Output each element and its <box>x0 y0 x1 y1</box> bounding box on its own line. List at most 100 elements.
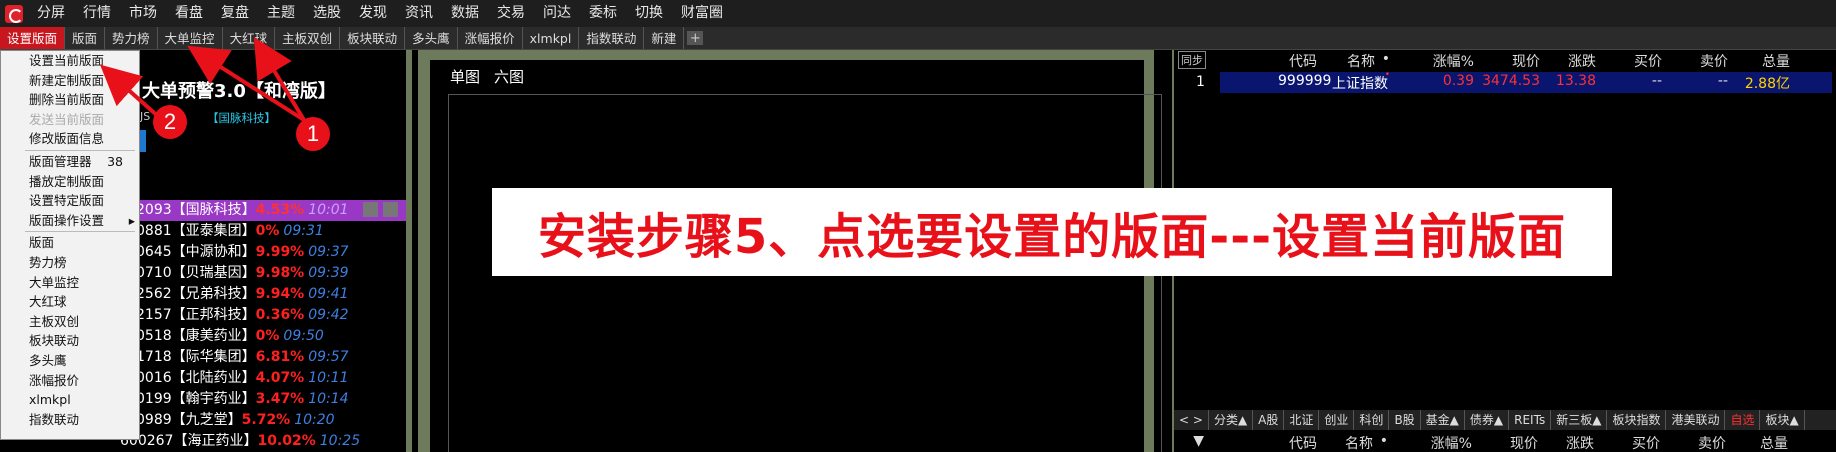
menu-item-10[interactable]: 交易 <box>488 0 534 27</box>
column-header[interactable]: 涨幅% <box>1414 433 1472 452</box>
market-tab-4[interactable]: 创业 <box>1319 410 1355 430</box>
menu-item-13[interactable]: 切换 <box>626 0 672 27</box>
menu-item-8[interactable]: 资讯 <box>396 0 442 27</box>
list-item[interactable]: 600267【海正药业】10.02% 10:25 <box>120 431 406 452</box>
delete-icon[interactable] <box>383 202 398 217</box>
list-item[interactable]: 0989【九芝堂】5.72% 10:20 <box>136 410 406 431</box>
tab-5[interactable]: 主板双创 <box>275 27 341 49</box>
column-header[interactable]: 买价 <box>1606 51 1662 71</box>
tab-1[interactable]: 版面 <box>65 27 106 49</box>
market-tab-1[interactable]: 分类▲ <box>1209 410 1254 430</box>
menu-item-14[interactable]: 财富圈 <box>672 0 732 27</box>
dropdown-item[interactable]: 主板双创 <box>1 312 139 332</box>
menu-item-9[interactable]: 数据 <box>442 0 488 27</box>
menu-item-4[interactable]: 复盘 <box>212 0 258 27</box>
market-tab-7[interactable]: 基金▲ <box>1421 410 1465 430</box>
menu-item-11[interactable]: 问达 <box>534 0 580 27</box>
market-tab-9[interactable]: REITs <box>1509 410 1552 430</box>
dropdown-item[interactable]: 删除当前版面 <box>1 90 139 110</box>
chart-view-tab-1[interactable]: 六图 <box>494 68 524 86</box>
table-row[interactable]: 999999 上证指数 • 0.39 3474.53 13.38 -- -- 2.88亿 <box>1220 70 1832 93</box>
dropdown-item[interactable]: 版面管理器 38 <box>1 152 139 172</box>
column-header[interactable]: 现价 <box>1480 51 1540 71</box>
tab-0[interactable]: 设置版面 <box>0 27 66 49</box>
column-header[interactable]: 代码 <box>1278 433 1328 452</box>
market-tab-3[interactable]: 北证 <box>1284 410 1320 430</box>
tab-9[interactable]: xlmkpl <box>523 27 580 49</box>
dropdown-item[interactable]: 板块联动 <box>1 331 139 351</box>
market-tab-10[interactable]: 新三板▲ <box>1551 410 1608 430</box>
add-tab-button[interactable]: + <box>687 31 704 46</box>
tab-2[interactable]: 势力榜 <box>105 27 158 49</box>
column-header[interactable]: 涨跌 <box>1538 433 1594 452</box>
list-item[interactable]: 1718【际华集团】6.81% 09:57 <box>136 347 406 368</box>
dropdown-item[interactable]: 大单监控 <box>1 273 139 293</box>
column-header[interactable]: 涨跌 <box>1540 51 1596 71</box>
cell-price: 3474.53 <box>1482 73 1540 89</box>
list-item[interactable]: 2093【国脉科技】4.53% 10:01 <box>136 200 406 221</box>
tab-11[interactable]: 新建 <box>644 27 685 49</box>
dropdown-item[interactable]: 新建定制版面 <box>1 71 139 91</box>
tab-8[interactable]: 涨幅报价 <box>458 27 523 49</box>
menu-item-6[interactable]: 选股 <box>304 0 350 27</box>
stock-code: 0881 <box>136 223 172 239</box>
column-header[interactable]: 卖价 <box>1672 51 1728 71</box>
column-header[interactable]: 现价 <box>1478 433 1538 452</box>
dropdown-item[interactable]: 版面操作设置 ▸ <box>1 211 139 231</box>
sync-button[interactable]: 同步 <box>1178 51 1206 69</box>
column-header[interactable]: 代码 <box>1278 51 1328 71</box>
app-logo-icon[interactable] <box>0 0 28 27</box>
tab-4[interactable]: 大红球 <box>223 27 276 49</box>
list-item[interactable]: 0016【北陆药业】4.07% 10:11 <box>136 368 406 389</box>
market-tab-14[interactable]: 板块▲ <box>1760 410 1805 430</box>
column-header[interactable]: 买价 <box>1604 433 1660 452</box>
dropdown-item[interactable]: 势力榜 <box>1 253 139 273</box>
dropdown-item[interactable]: 多头鹰 <box>1 351 139 371</box>
edit-icon[interactable] <box>363 202 378 217</box>
tab-3[interactable]: 大单监控 <box>158 27 223 49</box>
market-tab-12[interactable]: 港美联动 <box>1666 410 1726 430</box>
column-header[interactable]: 涨幅% <box>1416 51 1474 71</box>
tab-7[interactable]: 多头鹰 <box>405 27 458 49</box>
menu-item-3[interactable]: 看盘 <box>166 0 212 27</box>
dropdown-item[interactable]: xlmkpl <box>1 390 139 410</box>
column-header[interactable]: • <box>1380 51 1390 67</box>
dropdown-item[interactable]: 指数联动 <box>1 410 139 430</box>
list-item[interactable]: 0881【亚泰集团】0% 09:31 <box>136 221 406 242</box>
market-tab-5[interactable]: 科创 <box>1354 410 1390 430</box>
dropdown-item[interactable]: 发送当前版面 <box>1 110 139 130</box>
menu-item-1[interactable]: 行情 <box>74 0 120 27</box>
dropdown-item[interactable]: 涨幅报价 <box>1 371 139 391</box>
dropdown-item[interactable]: 版面 <box>1 233 139 253</box>
column-header[interactable]: ▼ <box>1190 433 1204 449</box>
market-tab-2[interactable]: A股 <box>1253 410 1285 430</box>
column-header[interactable]: • <box>1378 433 1388 449</box>
column-header[interactable]: 总量 <box>1730 51 1790 71</box>
chart-view-tab-0[interactable]: 单图 <box>450 68 480 86</box>
dropdown-item[interactable]: 设置当前版面 <box>1 51 139 71</box>
list-item[interactable]: 0199【翰宇药业】3.47% 10:14 <box>136 389 406 410</box>
dropdown-item[interactable]: 播放定制版面 <box>1 172 139 192</box>
market-tab-13[interactable]: 自选 <box>1725 410 1761 430</box>
menu-item-7[interactable]: 发现 <box>350 0 396 27</box>
market-tab-0[interactable]: < > <box>1174 410 1209 430</box>
market-tab-8[interactable]: 债券▲ <box>1465 410 1510 430</box>
list-item[interactable]: 0518【康美药业】0% 09:50 <box>136 326 406 347</box>
dropdown-item[interactable]: 修改版面信息 <box>1 129 139 149</box>
list-item[interactable]: 0710【贝瑞基因】9.98% 09:39 <box>136 263 406 284</box>
column-header[interactable]: 卖价 <box>1670 433 1726 452</box>
list-item[interactable]: 0645【中源协和】9.99% 09:37 <box>136 242 406 263</box>
menu-item-2[interactable]: 市场 <box>120 0 166 27</box>
list-item[interactable]: 2562【兄弟科技】9.94% 09:41 <box>136 284 406 305</box>
menu-item-5[interactable]: 主题 <box>258 0 304 27</box>
menu-item-0[interactable]: 分屏 <box>28 0 74 27</box>
dropdown-item[interactable]: 设置特定版面 <box>1 191 139 211</box>
dropdown-item[interactable]: 大红球 <box>1 292 139 312</box>
list-item[interactable]: 2157【正邦科技】0.36% 09:42 <box>136 305 406 326</box>
column-header[interactable]: 总量 <box>1728 433 1788 452</box>
market-tab-6[interactable]: B股 <box>1389 410 1421 430</box>
market-tab-11[interactable]: 板块指数 <box>1607 410 1667 430</box>
tab-6[interactable]: 板块联动 <box>340 27 406 49</box>
menu-item-12[interactable]: 委标 <box>580 0 626 27</box>
tab-10[interactable]: 指数联动 <box>579 27 645 49</box>
